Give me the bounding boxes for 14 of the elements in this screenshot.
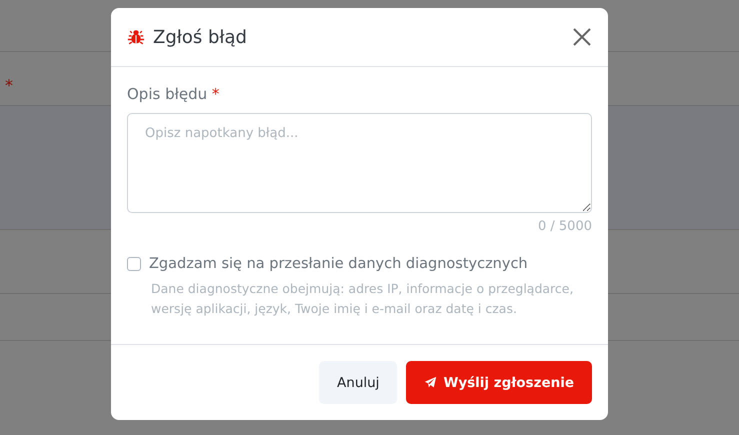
paper-plane-icon [424, 376, 438, 389]
help-text: Dane diagnostyczne obejmują: adres IP, informacje o przeglądarce, wersję aplikacji, język, Twoje imię i e-mail oraz datę i czas. [151, 280, 574, 318]
character-counter: 0 / 5000 [538, 219, 592, 234]
field-label: Opis błędu [127, 85, 208, 103]
consent-label: Zgadzam się na przesłanie danych diagnostycznych [149, 256, 528, 272]
cancel-button[interactable]: Anuluj [319, 361, 398, 404]
bug-icon [127, 28, 145, 46]
send-button[interactable]: Wyślij zgłoszenie [406, 361, 592, 404]
description-field[interactable]: Opisz napotkany błąd... [127, 113, 592, 213]
required-mark: * [5, 76, 13, 95]
consent-checkbox[interactable] [127, 257, 141, 271]
required-mark: * [212, 85, 220, 103]
dialog-title: Zgłoś błąd [153, 26, 248, 48]
close-button[interactable] [572, 27, 592, 47]
